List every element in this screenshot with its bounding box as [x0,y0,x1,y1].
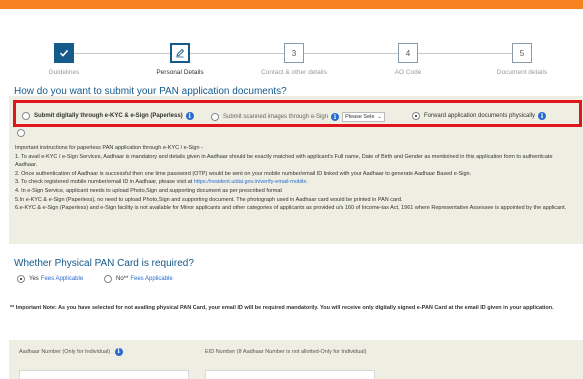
physical-pan-yes[interactable]: Yes Fees Applicable [17,275,83,283]
progress-stepper: 3 4 5 Guidelines Personal Details Contac… [0,40,583,80]
step-connector [418,53,514,54]
instruction-item: 1. To avail e-KYC / e-Sign Services, Aad… [15,153,553,169]
instruction-item: 4. In e-Sign Service, applicant needs to… [15,187,282,194]
paperless-instructions: Important instructions for paperless PAN… [15,144,575,213]
aadhaar-number-input[interactable] [19,370,189,379]
edit-pencil-icon [176,48,185,58]
step-label-contact: Contact & other details [261,69,327,76]
aadhaar-number-label: Aadhaar Number (Only for Individual) i [19,348,123,356]
step-connector [74,53,174,54]
instruction-item: 3. To check registered mobile number/ema… [15,179,308,186]
step-guidelines[interactable] [54,43,74,63]
step-contact-details[interactable]: 3 [284,43,304,63]
top-accent-bar [0,0,583,9]
physical-pan-question: Whether Physical PAN Card is required? [14,258,194,269]
instruction-item: 5.In e-KYC & e-Sign (Paperless), no need… [15,196,403,203]
step-connector [190,53,286,54]
instruction-item: 6.e-KYC & e-Sign (Paperless) and e-Sign … [15,205,567,212]
instructions-heading: Important instructions for paperless PAN… [15,145,203,151]
fees-applicable-link[interactable]: Fees Applicable [130,276,172,282]
radio-physical-yes[interactable] [17,275,25,283]
uidai-verify-link[interactable]: https://resident.uidai.gov.in/verify-ema… [194,179,308,185]
step-label-documents: Document details [496,69,548,76]
radio-physical-no[interactable] [104,275,112,283]
highlight-box [13,100,582,127]
radio-unlabeled[interactable] [17,129,25,137]
step-label-personal-details: Personal Details [156,69,204,76]
step-ao-code[interactable]: 4 [398,43,418,63]
instruction-item: 2. Once authentication of Aadhaar is suc… [15,170,472,177]
step-document-details[interactable]: 5 [512,43,532,63]
check-icon [59,49,69,57]
eid-number-label: EID Number (If Aadhaar Number is not all… [205,349,367,355]
important-note: ** Important Note: As you have selected … [10,305,554,311]
physical-pan-no[interactable]: No** Fees Applicable [104,275,173,283]
info-icon[interactable]: i [114,348,123,356]
step-label-guidelines: Guidelines [48,69,80,76]
step-label-ao-code: AO Code [394,69,422,76]
eid-number-input[interactable] [205,370,375,379]
fees-applicable-link[interactable]: Fees Applicable [41,276,83,282]
step-connector [304,53,400,54]
step-personal-details[interactable] [170,43,190,63]
